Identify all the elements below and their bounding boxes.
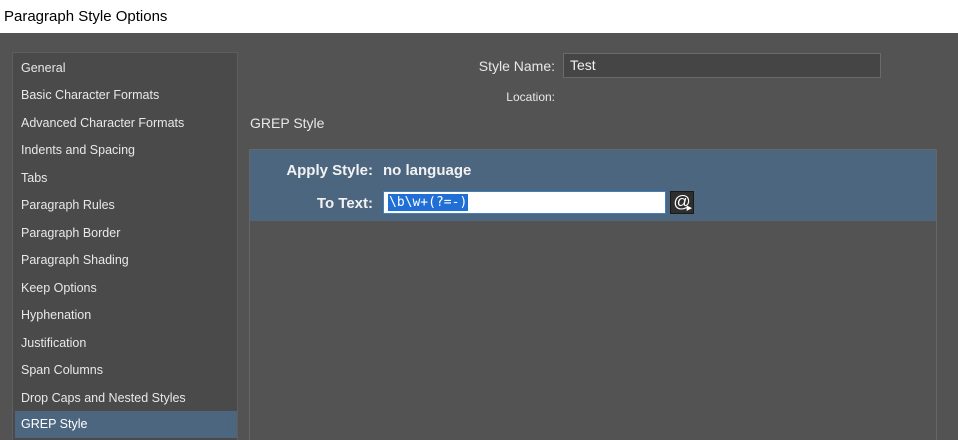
sidebar-item-grep-style[interactable]: GREP Style: [15, 411, 237, 438]
sidebar-item-basic-character-formats[interactable]: Basic Character Formats: [15, 82, 237, 109]
sidebar-item-drop-caps-and-nested-styles[interactable]: Drop Caps and Nested Styles: [15, 385, 237, 412]
grep-style-list[interactable]: Apply Style: no language To Text: \b\w+(…: [249, 149, 937, 440]
sidebar-item-general[interactable]: General: [15, 55, 237, 82]
menu-arrow-icon: ▶: [686, 205, 692, 212]
section-title: GREP Style: [250, 115, 325, 131]
style-name-field[interactable]: Test: [563, 53, 881, 78]
location-label: Location:: [506, 90, 555, 104]
window-title: Paragraph Style Options: [0, 0, 958, 33]
grep-rule-row[interactable]: Apply Style: no language To Text: \b\w+(…: [250, 150, 936, 221]
to-text-selected-value: \b\w+(?=-): [388, 194, 469, 211]
sidebar-item-paragraph-rules[interactable]: Paragraph Rules: [15, 192, 237, 219]
sidebar-item-hyphenation[interactable]: Hyphenation: [15, 302, 237, 329]
sidebar-item-tabs[interactable]: Tabs: [15, 165, 237, 192]
sidebar-item-span-columns[interactable]: Span Columns: [15, 357, 237, 384]
apply-style-dropdown[interactable]: no language: [383, 162, 471, 179]
sidebar-item-justification[interactable]: Justification: [15, 330, 237, 357]
to-text-input[interactable]: \b\w+(?=-): [383, 191, 666, 214]
to-text-label: To Text:: [316, 195, 373, 212]
sidebar-item-paragraph-shading[interactable]: Paragraph Shading: [15, 247, 237, 274]
apply-style-label: Apply Style:: [286, 162, 373, 179]
sidebar-item-paragraph-border[interactable]: Paragraph Border: [15, 220, 237, 247]
category-list: General Basic Character Formats Advanced…: [12, 52, 238, 440]
sidebar-item-indents-and-spacing[interactable]: Indents and Spacing: [15, 137, 237, 164]
sidebar-item-keep-options[interactable]: Keep Options: [15, 275, 237, 302]
sidebar-item-advanced-character-formats[interactable]: Advanced Character Formats: [15, 110, 237, 137]
style-name-label: Style Name:: [478, 58, 555, 74]
special-characters-button[interactable]: @ ▶: [670, 191, 694, 214]
